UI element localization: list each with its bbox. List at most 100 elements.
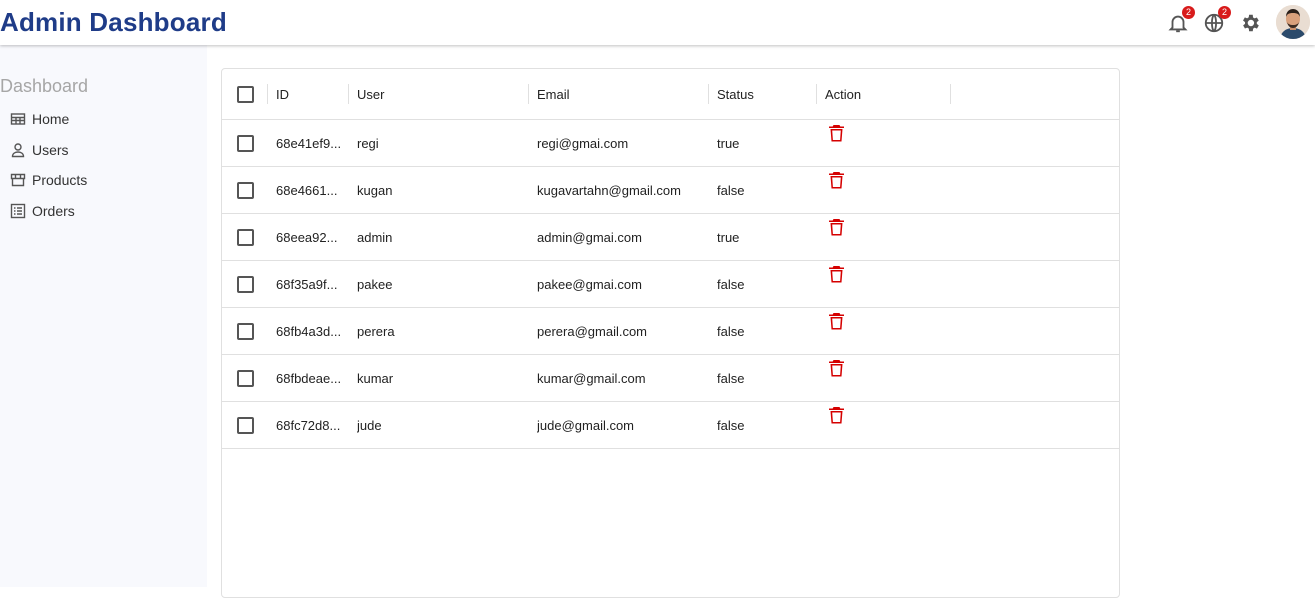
cell-user: kugan xyxy=(357,182,393,198)
cell-email: kumar@gmail.com xyxy=(537,370,646,386)
cell-user: kumar xyxy=(357,370,394,386)
sidebar-item-home[interactable]: Home xyxy=(10,108,69,130)
column-separator xyxy=(708,84,709,104)
trash-icon xyxy=(828,406,845,424)
cell-id: 68eea92... xyxy=(276,229,338,245)
cell-email: kugavartahn@gmail.com xyxy=(537,182,681,198)
row-checkbox-cell xyxy=(237,120,254,166)
delete-button[interactable] xyxy=(828,359,845,377)
column-separator xyxy=(267,84,268,104)
delete-button[interactable] xyxy=(828,171,845,189)
sidebar-item-label: Home xyxy=(32,111,70,127)
sidebar: Dashboard Home Users Products Orders xyxy=(0,45,207,587)
cell-user: regi xyxy=(357,135,379,151)
users-table: ID User Email Status Action 68e41ef9... … xyxy=(221,68,1120,598)
delete-button[interactable] xyxy=(828,218,845,236)
top-app-bar: Admin Dashboard 2 2 xyxy=(0,0,1315,45)
trash-icon xyxy=(828,171,845,189)
table-row[interactable]: 68f35a9f... pakee pakee@gmai.com false xyxy=(222,261,1119,308)
cell-id: 68fb4a3d... xyxy=(276,323,342,339)
table-row[interactable]: 68fbdeae... kumar kumar@gmail.com false xyxy=(222,355,1119,402)
table-row[interactable]: 68e4661... kugan kugavartahn@gmail.com f… xyxy=(222,167,1119,214)
column-separator xyxy=(348,84,349,104)
sidebar-item-label: Products xyxy=(32,172,88,188)
table-row[interactable]: 68e41ef9... regi regi@gmai.com true xyxy=(222,120,1119,167)
language-badge: 2 xyxy=(1218,6,1231,19)
cell-user: perera xyxy=(357,323,395,339)
table-row[interactable]: 68fb4a3d... perera perera@gmail.com fals… xyxy=(222,308,1119,355)
row-checkbox[interactable] xyxy=(237,275,254,293)
row-checkbox-cell xyxy=(237,214,254,260)
cell-user: jude xyxy=(357,417,382,433)
row-checkbox-cell xyxy=(237,261,254,307)
delete-button[interactable] xyxy=(828,265,845,283)
trash-icon xyxy=(828,218,845,236)
table-row[interactable]: 68fc72d8... jude jude@gmail.com false xyxy=(222,402,1119,449)
select-all-checkbox-cell xyxy=(237,69,254,119)
sidebar-item-label: Orders xyxy=(32,203,75,219)
user-icon xyxy=(10,142,26,158)
column-header-user[interactable]: User xyxy=(357,69,384,119)
column-header-email[interactable]: Email xyxy=(537,69,570,119)
delete-button[interactable] xyxy=(828,406,845,424)
row-checkbox[interactable] xyxy=(237,369,254,387)
column-header-status[interactable]: Status xyxy=(717,69,754,119)
sidebar-item-orders[interactable]: Orders xyxy=(10,200,75,222)
cell-status: true xyxy=(717,229,740,245)
trash-icon xyxy=(828,124,845,142)
cell-user: pakee xyxy=(357,276,393,292)
column-header-id[interactable]: ID xyxy=(276,69,289,119)
cell-id: 68fbdeae... xyxy=(276,370,342,386)
store-icon xyxy=(10,172,26,188)
cell-user: admin xyxy=(357,229,393,245)
cell-status: false xyxy=(717,276,745,292)
cell-status: false xyxy=(717,182,745,198)
notifications-button[interactable]: 2 xyxy=(1167,6,1195,34)
sidebar-item-users[interactable]: Users xyxy=(10,139,69,161)
sidebar-heading: Dashboard xyxy=(0,76,89,96)
row-checkbox-cell xyxy=(237,167,254,213)
cell-id: 68fc72d8... xyxy=(276,417,341,433)
row-checkbox[interactable] xyxy=(237,181,254,199)
cell-email: regi@gmai.com xyxy=(537,135,629,151)
settings-button[interactable] xyxy=(1239,12,1261,34)
trash-icon xyxy=(828,359,845,377)
row-checkbox-cell xyxy=(237,355,254,401)
delete-button[interactable] xyxy=(828,124,845,142)
cell-id: 68e4661... xyxy=(276,182,338,198)
row-checkbox-cell xyxy=(237,308,254,354)
row-checkbox-cell xyxy=(237,402,254,448)
sidebar-item-products[interactable]: Products xyxy=(10,169,87,191)
cell-status: true xyxy=(717,135,740,151)
trash-icon xyxy=(828,312,845,330)
table-header: ID User Email Status Action xyxy=(222,69,1119,120)
cell-id: 68f35a9f... xyxy=(276,276,338,292)
language-button[interactable]: 2 xyxy=(1203,6,1231,34)
trash-icon xyxy=(828,265,845,283)
notifications-badge: 2 xyxy=(1182,6,1195,19)
row-checkbox[interactable] xyxy=(237,134,254,152)
cell-email: jude@gmail.com xyxy=(537,417,635,433)
cell-email: admin@gmai.com xyxy=(537,229,642,245)
row-checkbox[interactable] xyxy=(237,228,254,246)
cell-status: false xyxy=(717,417,745,433)
table-row[interactable]: 68eea92... admin admin@gmai.com true xyxy=(222,214,1119,261)
home-table-icon xyxy=(10,111,26,127)
column-header-action[interactable]: Action xyxy=(825,69,861,119)
row-checkbox[interactable] xyxy=(237,416,254,434)
list-icon xyxy=(10,203,26,219)
app-title: Admin Dashboard xyxy=(0,7,227,37)
cell-email: perera@gmail.com xyxy=(537,323,648,339)
cell-email: pakee@gmai.com xyxy=(537,276,642,292)
column-separator xyxy=(816,84,817,104)
cell-status: false xyxy=(717,323,745,339)
cell-id: 68e41ef9... xyxy=(276,135,342,151)
column-separator xyxy=(950,84,951,104)
user-avatar[interactable] xyxy=(1276,5,1310,39)
cell-status: false xyxy=(717,370,745,386)
delete-button[interactable] xyxy=(828,312,845,330)
select-all-checkbox[interactable] xyxy=(237,85,254,103)
gear-icon xyxy=(1239,12,1261,34)
row-checkbox[interactable] xyxy=(237,322,254,340)
sidebar-item-label: Users xyxy=(32,142,69,158)
